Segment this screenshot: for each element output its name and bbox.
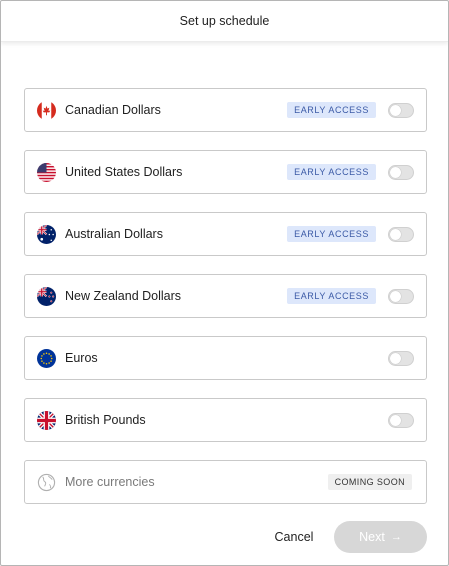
toggle-knob bbox=[390, 104, 401, 116]
new-zealand-flag-icon bbox=[37, 286, 56, 306]
currency-label: Australian Dollars bbox=[65, 227, 163, 241]
currency-label: United States Dollars bbox=[65, 165, 183, 179]
toggle-knob bbox=[390, 166, 401, 178]
currency-row-usd[interactable]: United States Dollars EARLY ACCESS bbox=[24, 150, 427, 194]
early-access-badge: EARLY ACCESS bbox=[287, 102, 376, 118]
coming-soon-badge: COMING SOON bbox=[327, 474, 412, 490]
setup-schedule-dialog: Set up schedule Canadian Dollars EARLY A… bbox=[0, 0, 449, 566]
toggle-usd[interactable] bbox=[388, 164, 414, 180]
canada-flag-icon bbox=[37, 100, 56, 120]
toggle-gbp[interactable] bbox=[388, 412, 414, 428]
next-button-label: Next bbox=[359, 530, 385, 544]
eu-flag-icon bbox=[37, 348, 56, 368]
toggle-knob bbox=[390, 352, 401, 364]
currency-label: New Zealand Dollars bbox=[65, 289, 182, 303]
toggle-eur[interactable] bbox=[388, 350, 414, 366]
cancel-button[interactable]: Cancel bbox=[265, 521, 323, 553]
usa-flag-icon bbox=[37, 162, 56, 182]
currency-row-nzd[interactable]: New Zealand Dollars EARLY ACCESS bbox=[24, 274, 427, 318]
toggle-nzd[interactable] bbox=[388, 288, 414, 304]
currency-row-eur[interactable]: Euros bbox=[24, 336, 427, 380]
currency-label: Canadian Dollars bbox=[65, 103, 161, 117]
toggle-knob bbox=[390, 414, 401, 426]
uk-flag-icon bbox=[37, 410, 56, 430]
more-currencies-label: More currencies bbox=[65, 475, 155, 489]
dialog-header: Set up schedule bbox=[1, 1, 448, 42]
toggle-knob bbox=[390, 290, 401, 302]
early-access-badge: EARLY ACCESS bbox=[287, 288, 376, 304]
early-access-badge: EARLY ACCESS bbox=[287, 226, 376, 242]
toggle-cad[interactable] bbox=[388, 102, 414, 118]
dialog-title: Set up schedule bbox=[179, 14, 270, 28]
more-currencies-row: More currencies COMING SOON bbox=[24, 460, 427, 504]
currency-list: Canadian Dollars EARLY ACCESS United Sta… bbox=[24, 88, 427, 504]
australia-flag-icon bbox=[37, 224, 56, 244]
toggle-knob bbox=[390, 228, 401, 240]
arrow-right-icon: → bbox=[390, 531, 402, 543]
dialog-footer: Cancel Next → bbox=[1, 521, 448, 553]
next-button[interactable]: Next → bbox=[334, 521, 427, 553]
currency-row-aud[interactable]: Australian Dollars EARLY ACCESS bbox=[24, 212, 427, 256]
currency-row-cad[interactable]: Canadian Dollars EARLY ACCESS bbox=[24, 88, 427, 132]
currency-row-gbp[interactable]: British Pounds bbox=[24, 398, 427, 442]
early-access-badge: EARLY ACCESS bbox=[287, 164, 376, 180]
toggle-aud[interactable] bbox=[388, 226, 414, 242]
currency-label: Euros bbox=[65, 351, 98, 365]
currency-label: British Pounds bbox=[65, 413, 146, 427]
globe-icon bbox=[37, 473, 56, 492]
